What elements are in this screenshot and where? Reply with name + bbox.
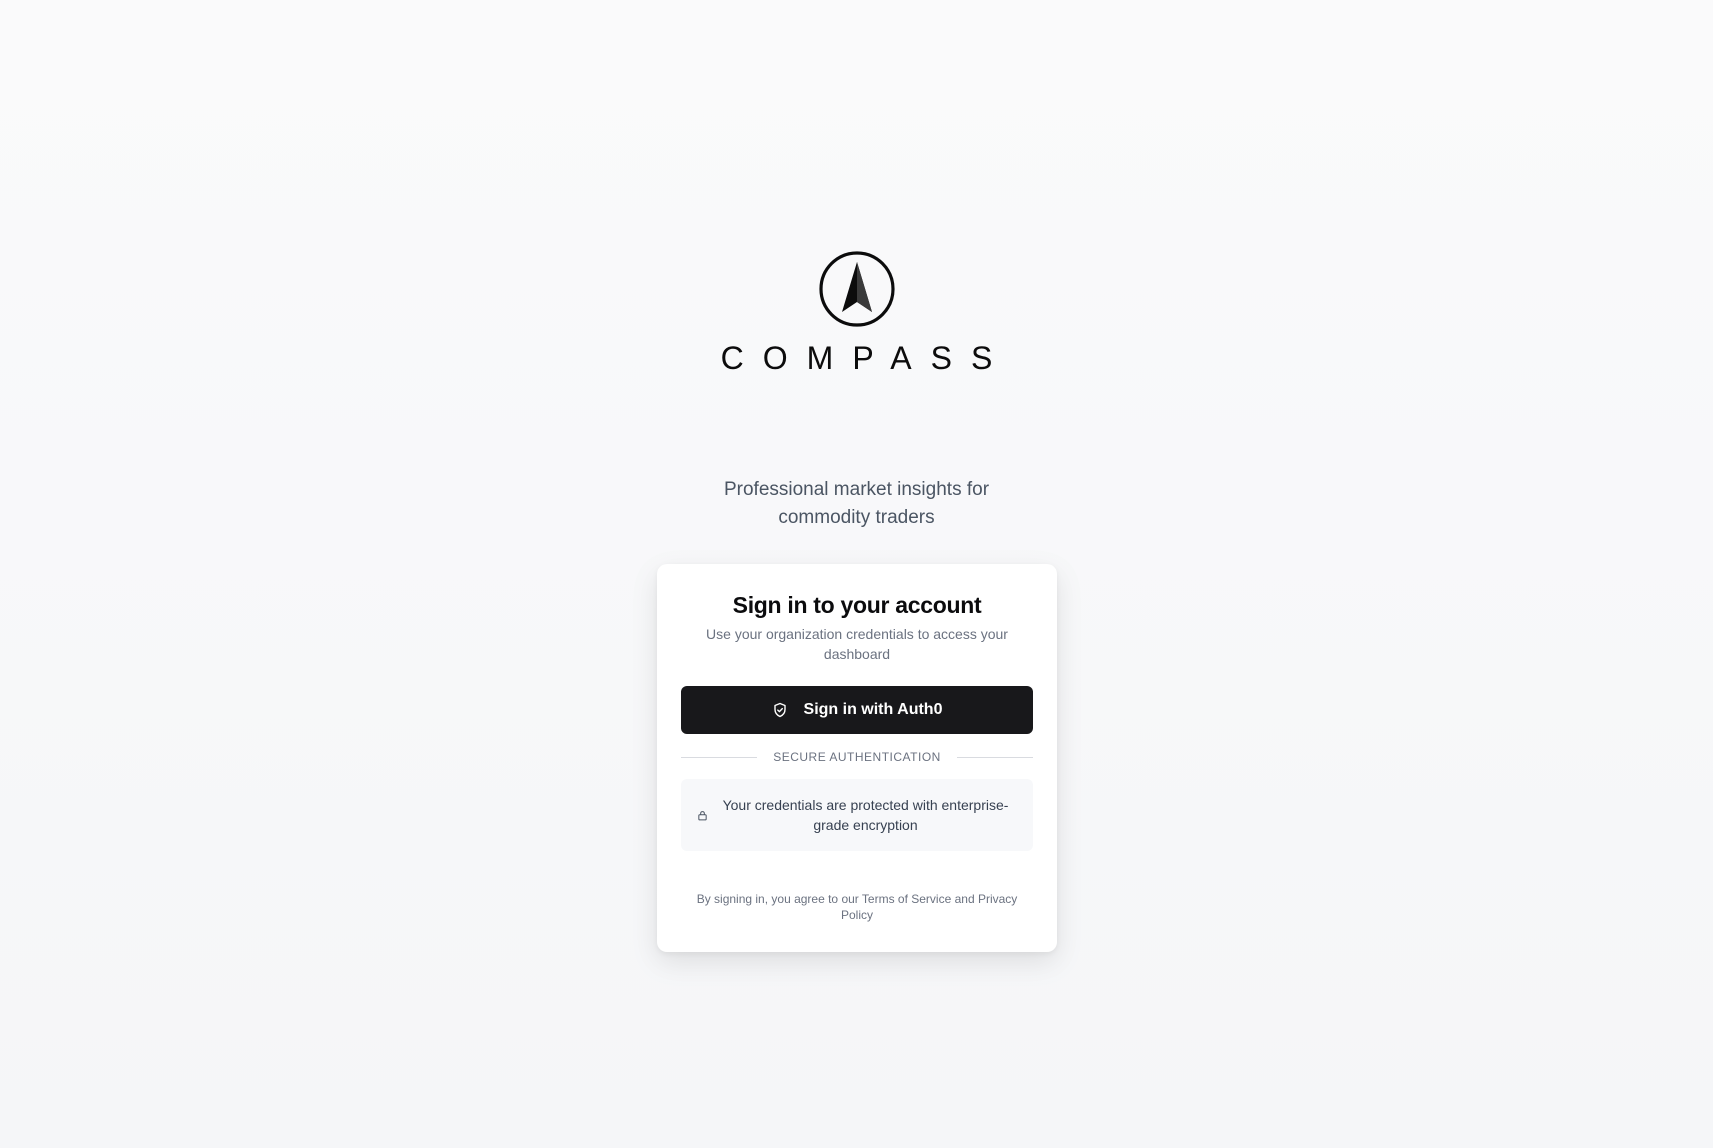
signin-card: Sign in to your account Use your organiz… <box>657 564 1057 952</box>
compass-logo: COMPASS <box>0 250 1713 377</box>
card-subtitle: Use your organization credentials to acc… <box>706 626 1008 662</box>
lock-icon <box>698 810 707 820</box>
tagline: Professional market insights for commodi… <box>0 476 1713 532</box>
shield-check-icon <box>772 702 788 718</box>
security-notice-text: Your credentials are protected with ente… <box>722 797 1009 833</box>
terms-text: By signing in, you agree to our Terms of… <box>696 892 1018 922</box>
brand-wordmark: COMPASS <box>720 340 1012 376</box>
signin-button-label: Sign in with Auth0 <box>803 701 943 718</box>
compass-arrow-icon <box>818 251 895 327</box>
auth-divider: SECURE AUTHENTICATION <box>681 750 1033 764</box>
login-page: COMPASS Professional market insights for… <box>0 0 1713 1148</box>
tagline-text: Professional market insights for commodi… <box>723 479 990 528</box>
card-title: Sign in to your account <box>732 592 982 618</box>
security-notice: Your credentials are protected with ente… <box>681 779 1033 851</box>
divider-line-left <box>681 756 758 758</box>
signin-auth0-button[interactable]: Sign in with Auth0 <box>681 686 1033 734</box>
divider-label: SECURE AUTHENTICATION <box>773 750 941 764</box>
divider-line-right <box>956 756 1033 758</box>
